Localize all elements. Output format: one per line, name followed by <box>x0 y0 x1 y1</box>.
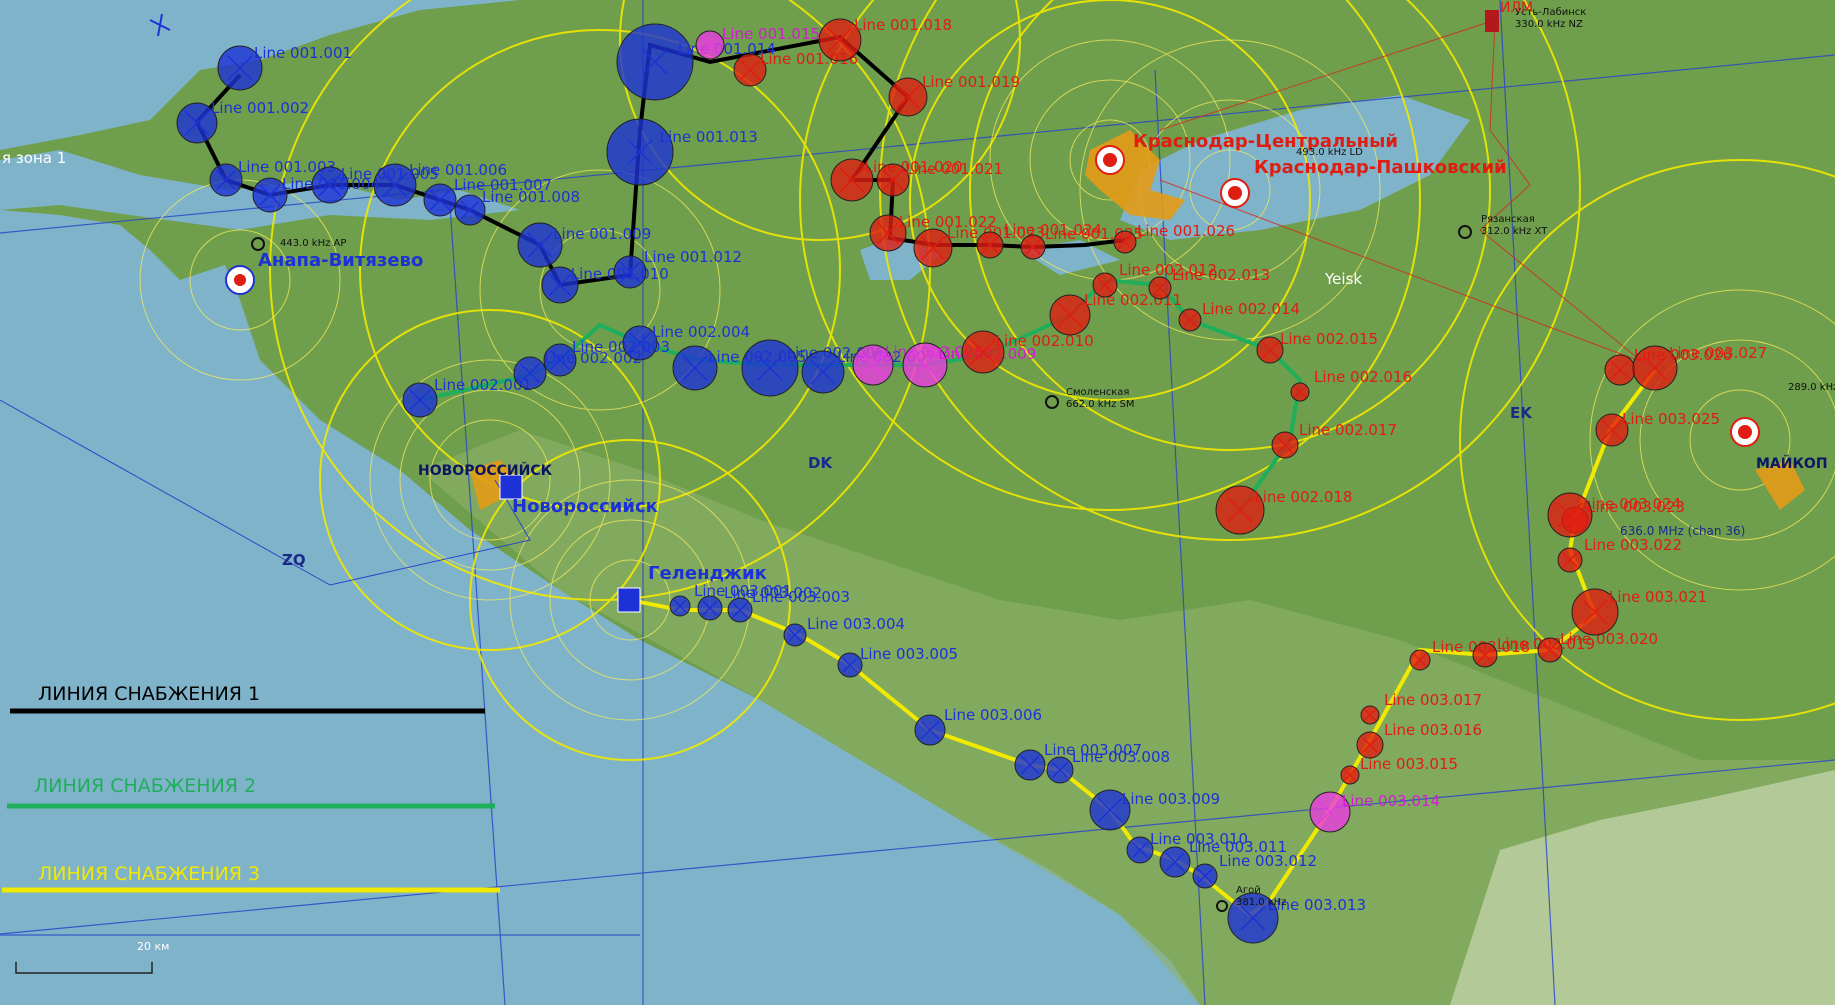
beacon-ryazanskaya-label: Рязанская <box>1481 214 1535 225</box>
legend-line-2-label: ЛИНИЯ СНАБЖЕНИЯ 2 <box>34 775 256 797</box>
beacon-ust-labinsk-freq: 330.0 kHz NZ <box>1515 19 1583 30</box>
waypoint-label: Line 003.020 <box>1560 630 1658 648</box>
waypoint-label: Line 001.013 <box>660 128 758 146</box>
waypoint-label: Line 003.004 <box>807 615 905 633</box>
grid-label-dk: DK <box>808 454 833 472</box>
beacon-maykop-freq: 289.0 kHz <box>1788 382 1835 393</box>
waypoint-label: Line 003.027 <box>1669 344 1767 362</box>
waypoint-label: Line 001.009 <box>553 225 651 243</box>
airbase-gelendzhik-label: Геленджик <box>648 563 767 584</box>
beacon-agoy-freq: 381.0 kHz <box>1236 897 1286 908</box>
beacon-ryazanskaya-freq: 312.0 kHz XT <box>1481 226 1548 237</box>
legend-line-3-label: ЛИНИЯ СНАБЖЕНИЯ 3 <box>38 863 260 885</box>
airbase-krasnodar-pashkovsky-label: Краснодар-Пашковский <box>1254 157 1507 178</box>
waypoint-label: Line 003.017 <box>1384 691 1482 709</box>
waypoint-label: Line 001.012 <box>644 248 742 266</box>
beacon-agoy-label: Агой <box>1236 885 1261 896</box>
waypoint-label: Line 002.015 <box>1280 330 1378 348</box>
waypoint-label: Line 003.015 <box>1360 755 1458 773</box>
beacon-anapa-label: 443.0 kHz AP <box>280 238 346 249</box>
waypoint-label: Line 003.024 <box>1583 495 1681 513</box>
waypoint-label: Line 001.002 <box>211 99 309 117</box>
grid-label-zq: ZQ <box>282 551 306 569</box>
waypoint-label: Line 002.016 <box>1314 368 1412 386</box>
waypoint-label: Line 003.006 <box>944 706 1042 724</box>
waypoint-label: Line 003.016 <box>1384 721 1482 739</box>
zone-label: я зона 1 <box>2 149 66 167</box>
waypoint-label: Line 002.013 <box>1172 266 1270 284</box>
airbase-novorossiysk-label: Новороссийск <box>512 496 658 517</box>
waypoint-label: Line 001.026 <box>1137 222 1235 240</box>
waypoint-label: Line 003.025 <box>1622 410 1720 428</box>
airbase-anapa-label: Анапа-Витязево <box>258 250 423 271</box>
waypoint-label: Line 003.022 <box>1584 536 1682 554</box>
waypoint-label: Line 001.019 <box>922 73 1020 91</box>
waypoint-label: Line 003.003 <box>752 588 850 606</box>
grid-label-ek: EK <box>1510 404 1533 422</box>
waypoint-label: Line 003.005 <box>860 645 958 663</box>
waypoint-label: Line 003.021 <box>1609 588 1707 606</box>
waypoint-label: Line 002.018 <box>1254 488 1352 506</box>
waypoint-label: Line 001.018 <box>854 16 952 34</box>
scale-label: 20 км <box>137 940 169 953</box>
waypoint-label: Line 001.001 <box>254 44 352 62</box>
tactical-map[interactable]: Line 001.001Line 001.002Line 001.003Line… <box>0 0 1835 1005</box>
waypoint-label: Line 002.017 <box>1299 421 1397 439</box>
waypoint-label: Line 003.012 <box>1219 852 1317 870</box>
waypoint-label: Line 003.009 <box>1122 790 1220 808</box>
waypoint-label: Line 003.008 <box>1072 748 1170 766</box>
beacon-maykop-tacan: 636.0 MHz (chan 36) <box>1620 524 1745 538</box>
waypoint-label: Line 002.010 <box>996 332 1094 350</box>
waypoint-label: Line 001.015 <box>722 25 820 43</box>
waypoint-label: Line 002.014 <box>1202 300 1300 318</box>
yeisk-label: Yeisk <box>1324 270 1362 288</box>
waypoint-label: Line 002.004 <box>652 323 750 341</box>
waypoint-label: Line 001.021 <box>905 160 1003 178</box>
city-novorossiysk: НОВОРОССИЙСК <box>418 462 553 479</box>
airbase-maykop[interactable] <box>1730 417 1760 447</box>
legend-line-1-label: ЛИНИЯ СНАБЖЕНИЯ 1 <box>38 683 260 705</box>
ilm-label: ИЛМ <box>1500 0 1533 16</box>
city-maykop: МАЙКОП <box>1756 455 1828 472</box>
beacon-smolenskaya-freq: 662.0 kHz SM <box>1066 399 1135 410</box>
beacon-krasnodar-ld: 493.0 kHz LD <box>1296 147 1363 158</box>
waypoint-label: Line 001.008 <box>482 188 580 206</box>
beacon-smolenskaya-label: Смоленская <box>1066 387 1129 398</box>
waypoint-label: Line 003.014 <box>1342 792 1440 810</box>
